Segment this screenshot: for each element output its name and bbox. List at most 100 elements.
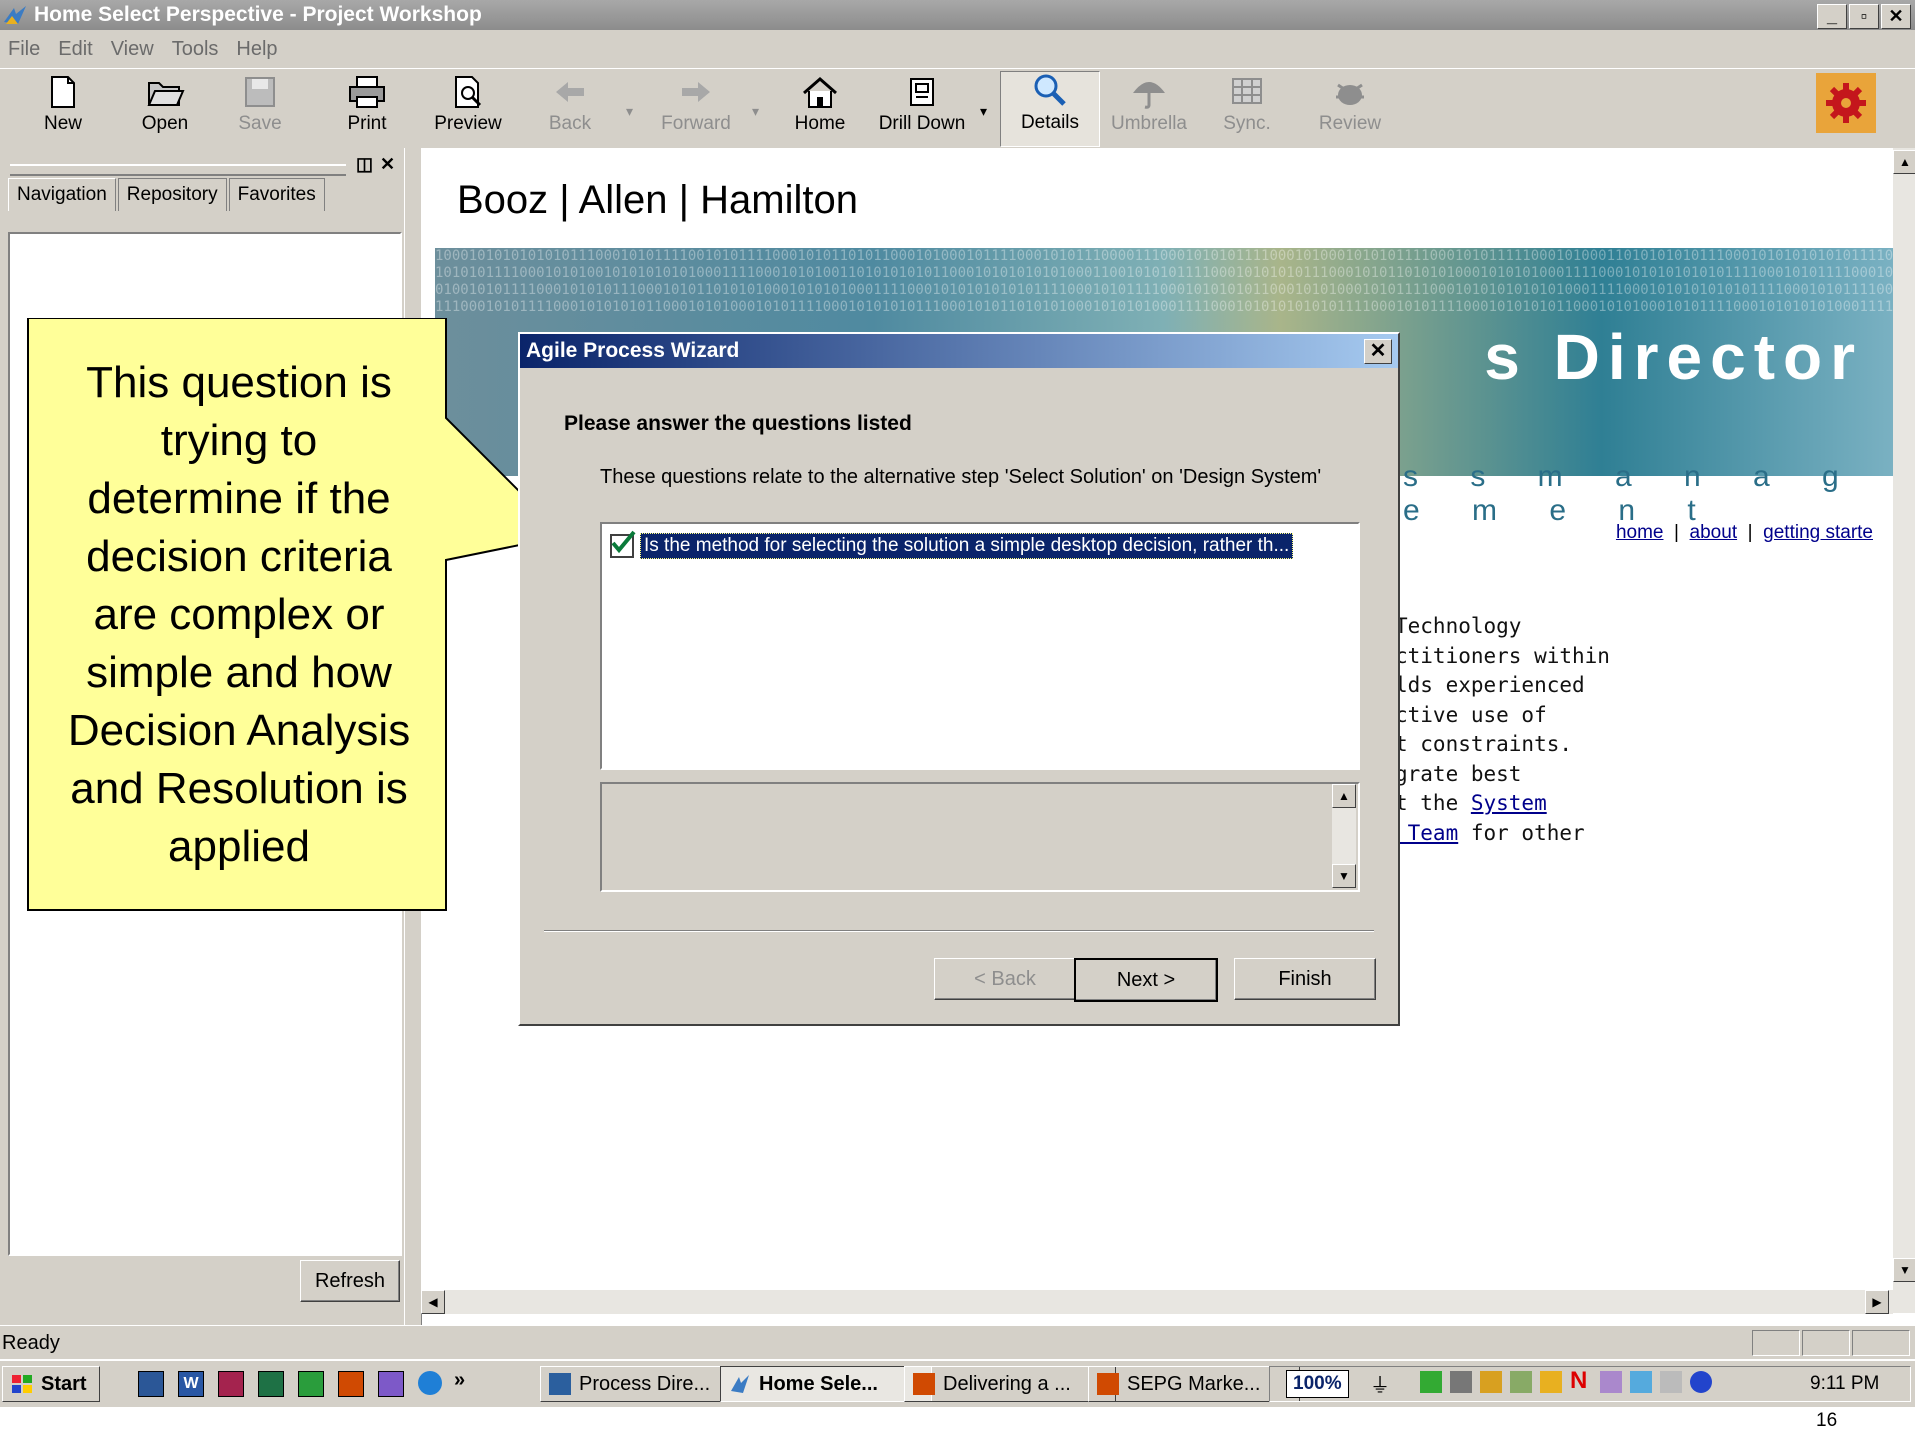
menu-view[interactable]: View <box>111 30 154 68</box>
task-label: Home Sele... <box>759 1373 878 1395</box>
tray-icon[interactable] <box>1540 1371 1562 1393</box>
back-dropdown-icon[interactable]: ▾ <box>626 103 633 120</box>
norton-icon[interactable]: N <box>1570 1367 1587 1395</box>
tab-repository[interactable]: Repository <box>117 178 227 211</box>
dialog-close-icon[interactable]: ✕ <box>1364 339 1392 364</box>
start-label: Start <box>41 1373 87 1395</box>
tab-navigation[interactable]: Navigation <box>8 178 116 211</box>
checkmark-icon <box>611 530 636 554</box>
drill-down-button[interactable]: Drill Down <box>872 75 972 147</box>
callout-line: determine if the <box>87 474 391 523</box>
refresh-button[interactable]: Refresh <box>300 1260 400 1302</box>
forward-dropdown-icon[interactable]: ▾ <box>752 103 759 120</box>
question-checkbox[interactable] <box>610 530 636 558</box>
restore-button[interactable]: ▫ <box>1849 4 1879 29</box>
tray-icon[interactable] <box>1420 1371 1442 1393</box>
link-team[interactable]: Team <box>1395 821 1459 845</box>
start-button[interactable]: Start <box>2 1366 100 1402</box>
home-button[interactable]: Home <box>786 75 854 147</box>
link-getting-started[interactable]: getting starte <box>1763 522 1873 543</box>
pane-float-icon[interactable]: ◫ <box>356 154 373 175</box>
new-document-icon <box>51 76 75 108</box>
menu-edit[interactable]: Edit <box>58 30 92 68</box>
scroll-right-icon[interactable]: ▶ <box>1865 1290 1889 1314</box>
window-title: Home Select Perspective - Project Worksh… <box>34 3 482 26</box>
tray-icon[interactable] <box>1510 1371 1532 1393</box>
quick-launch-publisher-icon[interactable] <box>218 1371 244 1397</box>
callout-text: This question is trying to determine if … <box>30 354 448 876</box>
details-button[interactable]: Details <box>1000 71 1100 147</box>
print-button[interactable]: Print <box>334 75 400 147</box>
task-delivering[interactable]: Delivering a ... <box>904 1366 1116 1402</box>
preview-button[interactable]: Preview <box>426 75 510 147</box>
page-number: 16 <box>1816 1410 1838 1431</box>
status-panel <box>1752 1330 1800 1356</box>
app-icon <box>4 6 26 24</box>
link-home[interactable]: home <box>1616 522 1664 543</box>
desc-scroll-track[interactable] <box>1332 808 1356 864</box>
speaker-icon[interactable] <box>1450 1371 1472 1393</box>
minimize-button[interactable]: _ <box>1817 4 1847 29</box>
agile-process-wizard-dialog: Agile Process Wizard ✕ Please answer the… <box>518 332 1400 1026</box>
wizard-next-button[interactable]: Next > <box>1074 958 1218 1002</box>
power-plug-icon[interactable]: ⏚ <box>1370 1369 1390 1398</box>
umbrella-button[interactable]: Umbrella <box>1104 75 1194 147</box>
close-button[interactable]: ✕ <box>1881 4 1911 29</box>
quick-launch-outlook-icon[interactable] <box>138 1371 164 1397</box>
horizontal-scrollbar[interactable]: ◀ ▶ <box>421 1290 1893 1314</box>
back-button[interactable]: Back <box>536 75 604 147</box>
banner-title: s Director <box>1484 321 1863 393</box>
wizard-back-button[interactable]: < Back <box>934 958 1076 1000</box>
home-house-icon <box>803 77 837 108</box>
question-item[interactable]: Is the method for selecting the solution… <box>610 530 1294 559</box>
tray-icon[interactable] <box>1480 1371 1502 1393</box>
pane-close-icon[interactable]: ✕ <box>380 154 395 175</box>
drill-down-dropdown-icon[interactable]: ▾ <box>980 103 987 120</box>
print-label: Print <box>347 113 387 134</box>
left-pane-tabs: Navigation Repository Favorites <box>8 178 327 214</box>
details-label: Details <box>1020 112 1080 133</box>
task-label: Delivering a ... <box>943 1373 1071 1395</box>
review-button[interactable]: Review <box>1310 75 1390 147</box>
tray-icon[interactable] <box>1690 1371 1712 1393</box>
red-gear-logo-icon[interactable] <box>1816 73 1876 133</box>
dialog-title-bar: Agile Process Wizard ✕ <box>520 334 1398 368</box>
para-line: for other <box>1458 820 1585 845</box>
scroll-up-icon[interactable]: ▲ <box>1893 150 1915 174</box>
zoom-indicator[interactable]: 100% <box>1286 1370 1349 1398</box>
question-description-box: ▲ ▼ <box>600 782 1360 892</box>
wizard-finish-button[interactable]: Finish <box>1234 958 1376 1000</box>
pane-grip[interactable] <box>10 164 346 176</box>
vertical-scrollbar[interactable]: ▲ ▼ <box>1893 148 1915 1313</box>
sync-button[interactable]: Sync. <box>1212 75 1282 147</box>
new-button[interactable]: New <box>30 75 96 147</box>
menu-file[interactable]: File <box>8 30 40 68</box>
forward-button[interactable]: Forward <box>654 75 738 147</box>
task-home-select[interactable]: Home Sele... <box>720 1366 932 1402</box>
scroll-down-icon[interactable]: ▼ <box>1893 1258 1915 1282</box>
tray-icon[interactable] <box>1630 1371 1652 1393</box>
task-process-director[interactable]: Process Dire... <box>540 1366 748 1402</box>
link-system[interactable]: System <box>1471 791 1547 815</box>
quick-launch-powerpoint-icon[interactable] <box>338 1371 364 1397</box>
tab-favorites[interactable]: Favorites <box>228 178 325 211</box>
banner-tagline: s s m a n a g e m e n t <box>1403 460 1861 527</box>
menu-help[interactable]: Help <box>236 30 277 68</box>
quick-launch-chevron[interactable]: » <box>454 1369 465 1392</box>
quick-launch-excel-icon[interactable] <box>258 1371 284 1397</box>
menu-tools[interactable]: Tools <box>172 30 219 68</box>
quick-launch-ie-icon[interactable] <box>418 1371 442 1395</box>
scroll-left-icon[interactable]: ◀ <box>421 1290 445 1314</box>
tray-icon[interactable] <box>1600 1371 1622 1393</box>
quick-launch-word-icon[interactable]: W <box>178 1371 204 1397</box>
desc-scroll-up-icon[interactable]: ▲ <box>1332 784 1356 808</box>
open-button[interactable]: Open <box>130 75 200 147</box>
quick-launch-project-icon[interactable] <box>298 1371 324 1397</box>
quick-launch-visio-icon[interactable] <box>378 1371 404 1397</box>
save-button[interactable]: Save <box>228 75 292 147</box>
dialog-separator <box>544 930 1374 932</box>
tray-icon[interactable] <box>1660 1371 1682 1393</box>
question-text[interactable]: Is the method for selecting the solution… <box>640 533 1294 559</box>
desc-scroll-down-icon[interactable]: ▼ <box>1332 864 1356 888</box>
link-about[interactable]: about <box>1690 522 1738 543</box>
